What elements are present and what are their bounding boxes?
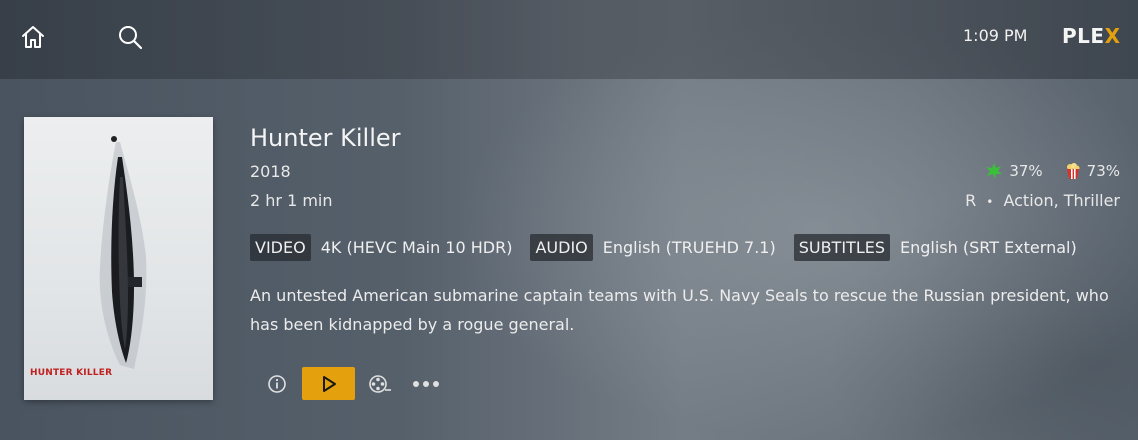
video-value[interactable]: 4K (HEVC Main 10 HDR): [321, 238, 513, 257]
popcorn-icon: [1066, 163, 1080, 179]
ratings: 37% 73%: [985, 162, 1120, 180]
audience-rating: 73%: [1086, 162, 1120, 180]
audio-badge[interactable]: AUDIO: [530, 234, 593, 261]
search-icon: [119, 26, 143, 50]
movie-title: Hunter Killer: [250, 124, 401, 152]
critic-rating: 37%: [1009, 162, 1043, 180]
poster-submarine-art: [99, 136, 147, 369]
subtitles-value[interactable]: English (SRT External): [900, 238, 1077, 257]
video-badge[interactable]: VIDEO: [250, 234, 311, 261]
content-rating: R: [965, 191, 977, 210]
movie-poster[interactable]: HUNTER KILLER: [24, 117, 213, 400]
home-icon: [22, 26, 44, 48]
audio-value[interactable]: English (TRUEHD 7.1): [603, 238, 776, 257]
logo-text: PLE: [1062, 24, 1105, 48]
more-button[interactable]: [409, 367, 443, 400]
rotten-splat-icon: [986, 163, 1003, 179]
search-button[interactable]: [115, 22, 145, 52]
genres: Action, Thriller: [1003, 191, 1120, 210]
movie-summary: An untested American submarine captain t…: [250, 286, 1109, 334]
subtitles-badge[interactable]: SUBTITLES: [793, 234, 890, 261]
clock: 1:09 PM: [963, 26, 1028, 45]
play-button[interactable]: [302, 367, 355, 400]
info-icon: [268, 374, 286, 393]
more-icon: [413, 380, 439, 387]
home-button[interactable]: [18, 22, 48, 52]
movie-duration: 2 hr 1 min: [250, 191, 333, 210]
trailer-reel-icon: [369, 374, 391, 393]
plex-logo: PLEX: [1062, 24, 1121, 48]
rating-genre-row: R • Action, Thriller: [965, 191, 1120, 210]
movie-year: 2018: [250, 162, 291, 181]
logo-accent: X: [1104, 24, 1121, 48]
stream-info: VIDEO 4K (HEVC Main 10 HDR) AUDIO Englis…: [250, 234, 1095, 261]
action-bar: [260, 367, 443, 400]
trailer-button[interactable]: [363, 367, 397, 400]
separator-dot: •: [986, 195, 994, 209]
play-icon: [322, 375, 336, 392]
top-bar: 1:09 PM PLEX: [0, 0, 1138, 79]
info-button[interactable]: [260, 367, 294, 400]
poster-title: HUNTER KILLER: [30, 368, 113, 378]
